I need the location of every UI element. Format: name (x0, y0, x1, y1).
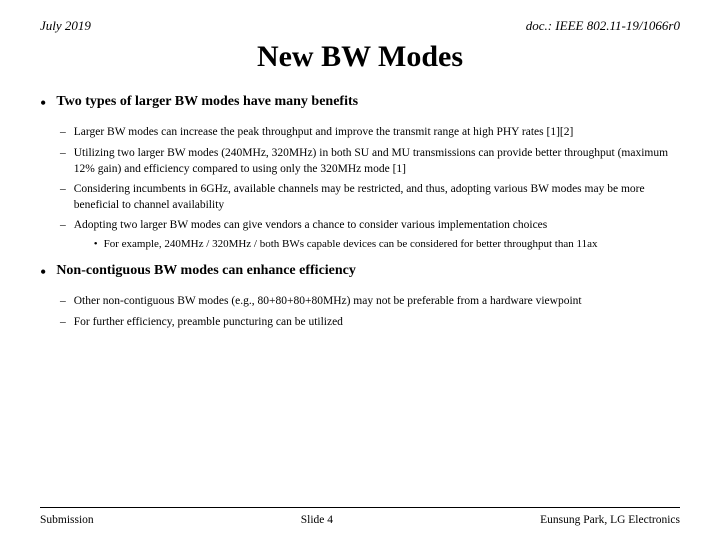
bullet-label: Non-contiguous BW modes can enhance effi… (56, 261, 356, 281)
bullet-icon: • (94, 237, 98, 253)
title-section: New BW Modes (40, 40, 680, 74)
sub-item-text: Adopting two larger BW modes can give ve… (74, 219, 548, 231)
sub-sub-items: • For example, 240MHz / 320MHz / both BW… (94, 237, 680, 253)
sub-item-text: Considering incumbents in 6GHz, availabl… (74, 181, 680, 213)
list-item: – Utilizing two larger BW modes (240MHz,… (60, 145, 680, 177)
header: July 2019 doc.: IEEE 802.11-19/1066r0 (40, 18, 680, 34)
footer: Submission Slide 4 Eunsung Park, LG Elec… (40, 507, 680, 526)
list-item: – Adopting two larger BW modes can give … (60, 217, 680, 255)
content-area: • Two types of larger BW modes have many… (40, 92, 680, 507)
dash-icon: – (60, 145, 66, 162)
list-item: – For further efficiency, preamble punct… (60, 314, 680, 331)
dash-icon: – (60, 124, 66, 141)
dash-icon: – (60, 314, 66, 331)
sub-sub-item-text: For example, 240MHz / 320MHz / both BWs … (104, 237, 680, 252)
dash-icon: – (60, 181, 66, 198)
footer-center: Slide 4 (301, 514, 333, 526)
list-item: • Two types of larger BW modes have many… (40, 92, 680, 116)
list-item: • For example, 240MHz / 320MHz / both BW… (94, 237, 680, 253)
bullet-icon: • (40, 90, 46, 116)
list-item: – Larger BW modes can increase the peak … (60, 124, 680, 141)
footer-right: Eunsung Park, LG Electronics (540, 514, 680, 526)
sub-item-text: Other non-contiguous BW modes (e.g., 80+… (74, 293, 680, 309)
sub-item-text: Utilizing two larger BW modes (240MHz, 3… (74, 145, 680, 177)
page-title: New BW Modes (40, 40, 680, 74)
page: July 2019 doc.: IEEE 802.11-19/1066r0 Ne… (0, 0, 720, 540)
sub-items-1: – Larger BW modes can increase the peak … (60, 124, 680, 255)
bullet-label: Two types of larger BW modes have many b… (56, 92, 358, 112)
list-item: • Non-contiguous BW modes can enhance ef… (40, 261, 680, 285)
header-doc: doc.: IEEE 802.11-19/1066r0 (526, 18, 680, 34)
list-item: – Considering incumbents in 6GHz, availa… (60, 181, 680, 213)
dash-icon: – (60, 217, 66, 234)
sub-items-2: – Other non-contiguous BW modes (e.g., 8… (60, 293, 680, 330)
sub-item-text: For further efficiency, preamble punctur… (74, 314, 680, 330)
sub-item-text: Larger BW modes can increase the peak th… (74, 124, 680, 140)
footer-left: Submission (40, 514, 94, 526)
bullet-icon: • (40, 259, 46, 285)
dash-icon: – (60, 293, 66, 310)
header-date: July 2019 (40, 18, 91, 34)
list-item: – Other non-contiguous BW modes (e.g., 8… (60, 293, 680, 310)
